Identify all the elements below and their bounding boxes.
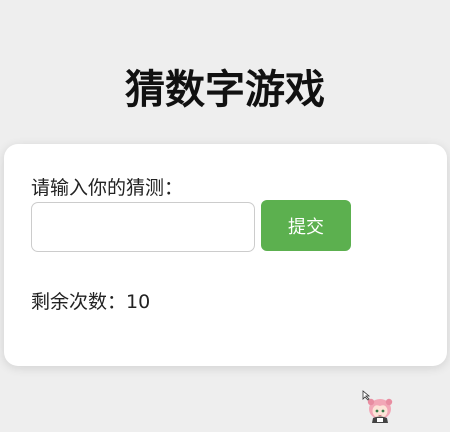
guess-input[interactable] xyxy=(31,202,255,252)
page-title: 猜数字游戏 xyxy=(125,67,325,113)
remaining-attempts-label: 剩余次数： xyxy=(31,291,127,313)
remaining-attempts: 剩余次数：10 xyxy=(31,290,150,314)
submit-button[interactable]: 提交 xyxy=(261,200,351,251)
remaining-attempts-count: 10 xyxy=(126,291,151,313)
page: 猜数字游戏 请输入你的猜测： 提交 剩余次数：10 xyxy=(0,0,450,432)
anime-girl-mascot-icon[interactable] xyxy=(360,388,396,424)
game-card: 请输入你的猜测： 提交 剩余次数：10 xyxy=(4,144,447,366)
guess-prompt-label: 请输入你的猜测： xyxy=(31,177,184,199)
